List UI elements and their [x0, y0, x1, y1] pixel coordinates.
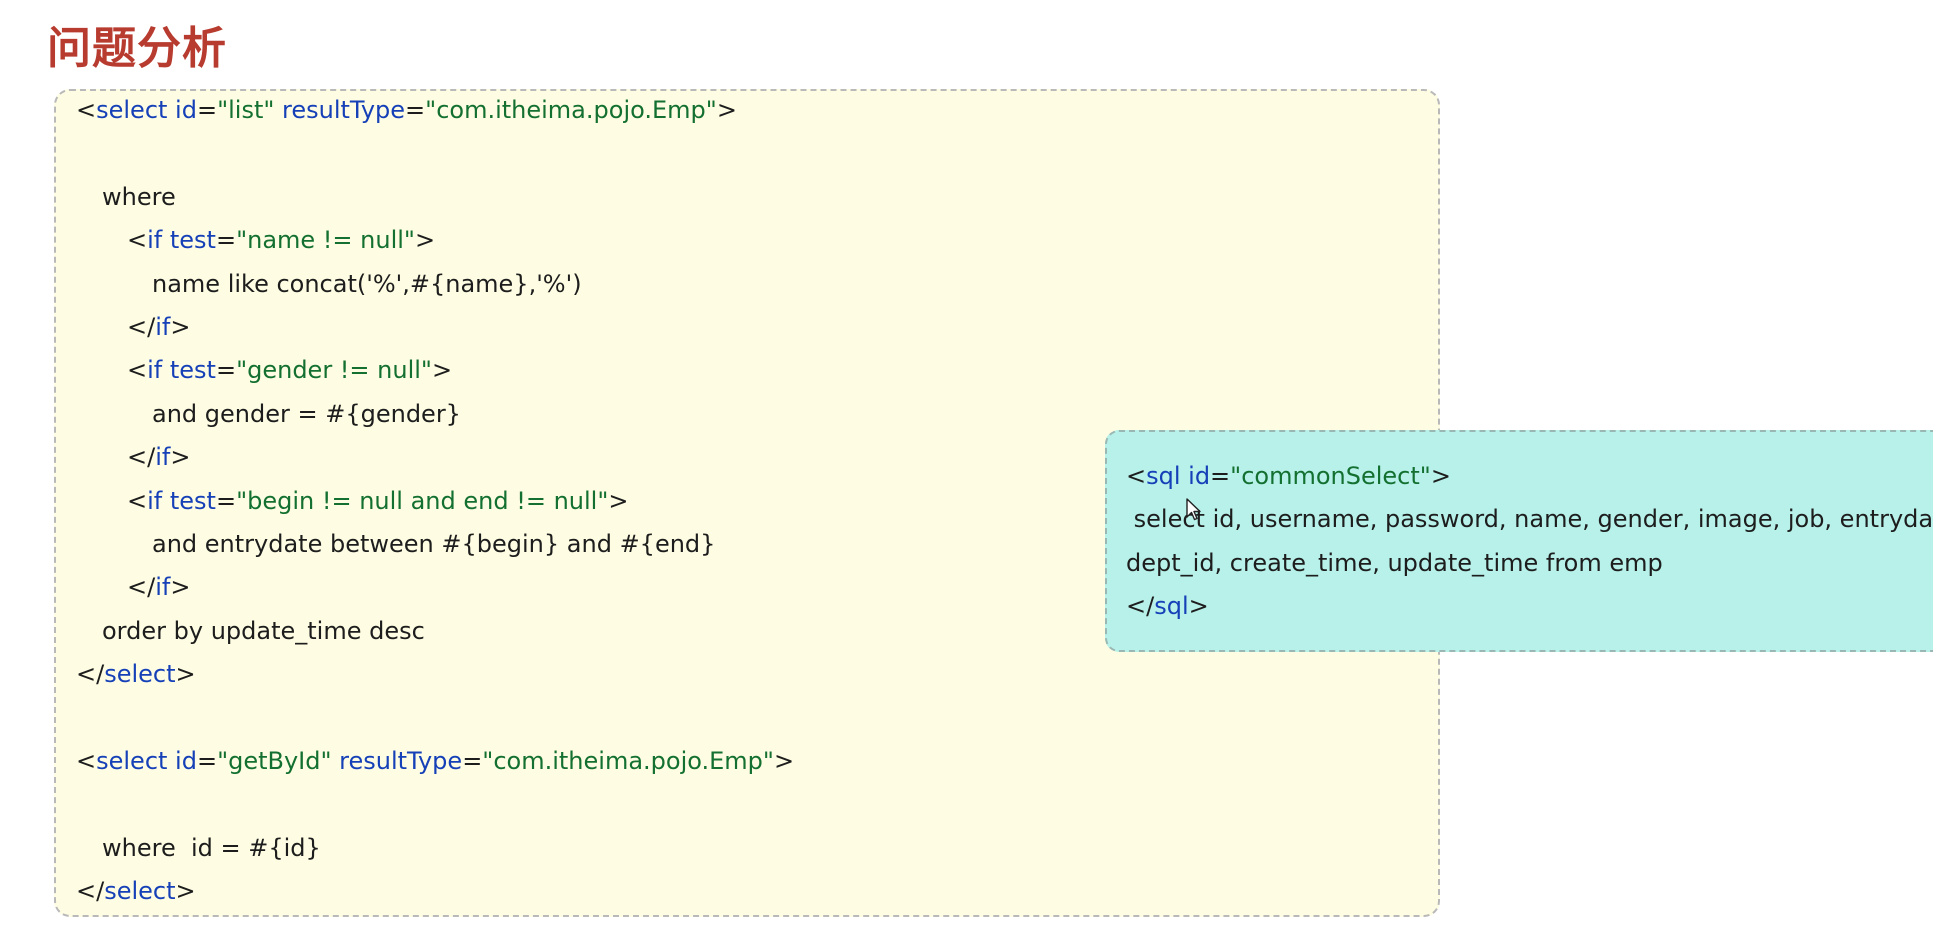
sql-line-from-emp: dept_id, create_time, update_time from e…	[1126, 549, 1663, 577]
code-line-entrydate-between: and entrydate between #{begin} and #{end…	[152, 530, 716, 558]
code-token: </	[76, 877, 105, 905]
code-token: id	[167, 747, 197, 775]
code-token: =	[196, 96, 218, 124]
code-line-select-list: <select id="list" resultType="com.itheim…	[76, 95, 737, 125]
code-token: <	[127, 226, 148, 254]
code-token: if	[147, 487, 163, 515]
code-token: resultType	[274, 96, 406, 124]
code-token: test	[162, 226, 216, 254]
code-token: >	[1430, 462, 1451, 490]
sql-fragment-block: <sql id="commonSelect"> select id, usern…	[1105, 430, 1933, 652]
code-token: sql	[1154, 592, 1189, 620]
code-token: <	[1126, 462, 1147, 490]
code-token: if	[155, 443, 171, 471]
code-line-order-by: order by update_time desc	[102, 617, 425, 645]
code-token: select	[96, 96, 168, 124]
sql-line-close: </sql>	[1126, 591, 1209, 621]
code-token: =	[462, 747, 483, 775]
code-token: <	[127, 356, 148, 384]
code-token: if	[147, 356, 163, 384]
code-token: select	[104, 660, 176, 688]
code-token: "list"	[217, 96, 275, 124]
code-token: <	[76, 96, 97, 124]
code-token: <	[127, 487, 148, 515]
code-token: =	[1210, 462, 1231, 490]
code-token: >	[175, 660, 196, 688]
code-token: <	[76, 747, 97, 775]
code-token: if	[155, 313, 171, 341]
code-line-where: where	[102, 183, 176, 211]
code-token: >	[170, 313, 191, 341]
code-token: select	[96, 747, 168, 775]
code-token: >	[716, 96, 737, 124]
code-token: sql	[1146, 462, 1181, 490]
code-token: </	[76, 660, 105, 688]
code-token: >	[1188, 592, 1209, 620]
code-token: test	[162, 487, 216, 515]
code-line-select-getbyid: <select id="getById" resultType="com.ith…	[76, 746, 794, 776]
code-token: >	[608, 487, 629, 515]
sql-line-open: <sql id="commonSelect">	[1126, 461, 1451, 491]
code-token: id	[1180, 462, 1211, 490]
code-token: >	[414, 226, 436, 254]
code-line-name-like: name like concat('%',#{name},'%')	[152, 270, 582, 298]
code-line-end-if: </if>	[127, 442, 190, 472]
code-line-end-if: </if>	[127, 312, 190, 342]
code-line-end-select: </select>	[76, 876, 196, 906]
code-token: if	[147, 226, 163, 254]
code-token: >	[175, 877, 196, 905]
code-token: </	[1126, 592, 1155, 620]
code-token: =	[405, 96, 426, 124]
code-token: >	[431, 356, 453, 384]
code-line-if-gender: <if test="gender != null">	[127, 355, 452, 385]
code-token: "com.itheima.pojo.Emp"	[482, 747, 774, 775]
code-token: >	[170, 443, 191, 471]
code-token: >	[170, 573, 191, 601]
code-line-end-if: </if>	[127, 572, 190, 602]
code-token: id	[167, 96, 197, 124]
code-line-if-name: <if test="name != null">	[127, 225, 435, 255]
sql-line-select-columns: select id, username, password, name, gen…	[1126, 505, 1933, 533]
code-token: =	[215, 226, 237, 254]
code-token: =	[196, 747, 218, 775]
code-token: "commonSelect"	[1230, 462, 1431, 490]
code-line-if-begin-end: <if test="begin != null and end != null"…	[127, 486, 628, 516]
code-token: =	[215, 487, 237, 515]
page-title: 问题分析	[47, 23, 227, 74]
code-token: "begin != null and end != null"	[236, 487, 609, 515]
code-token: if	[155, 573, 171, 601]
code-token: >	[773, 747, 795, 775]
code-token: "com.itheima.pojo.Emp"	[425, 96, 717, 124]
code-token: test	[162, 356, 216, 384]
code-token: "getById"	[217, 747, 332, 775]
code-token: </	[127, 443, 156, 471]
code-token: "name != null"	[236, 226, 415, 254]
code-token: =	[215, 356, 237, 384]
code-token: select	[104, 877, 176, 905]
code-token: resultType	[331, 747, 463, 775]
page: 问题分析 <select id="list" resultType="com.i…	[0, 0, 1933, 931]
code-token: "gender != null"	[236, 356, 432, 384]
code-line-end-select: </select>	[76, 659, 196, 689]
code-token: </	[127, 573, 156, 601]
code-line-where-id: where id = #{id}	[102, 834, 321, 862]
code-line-gender-eq: and gender = #{gender}	[152, 400, 461, 428]
code-token: </	[127, 313, 156, 341]
